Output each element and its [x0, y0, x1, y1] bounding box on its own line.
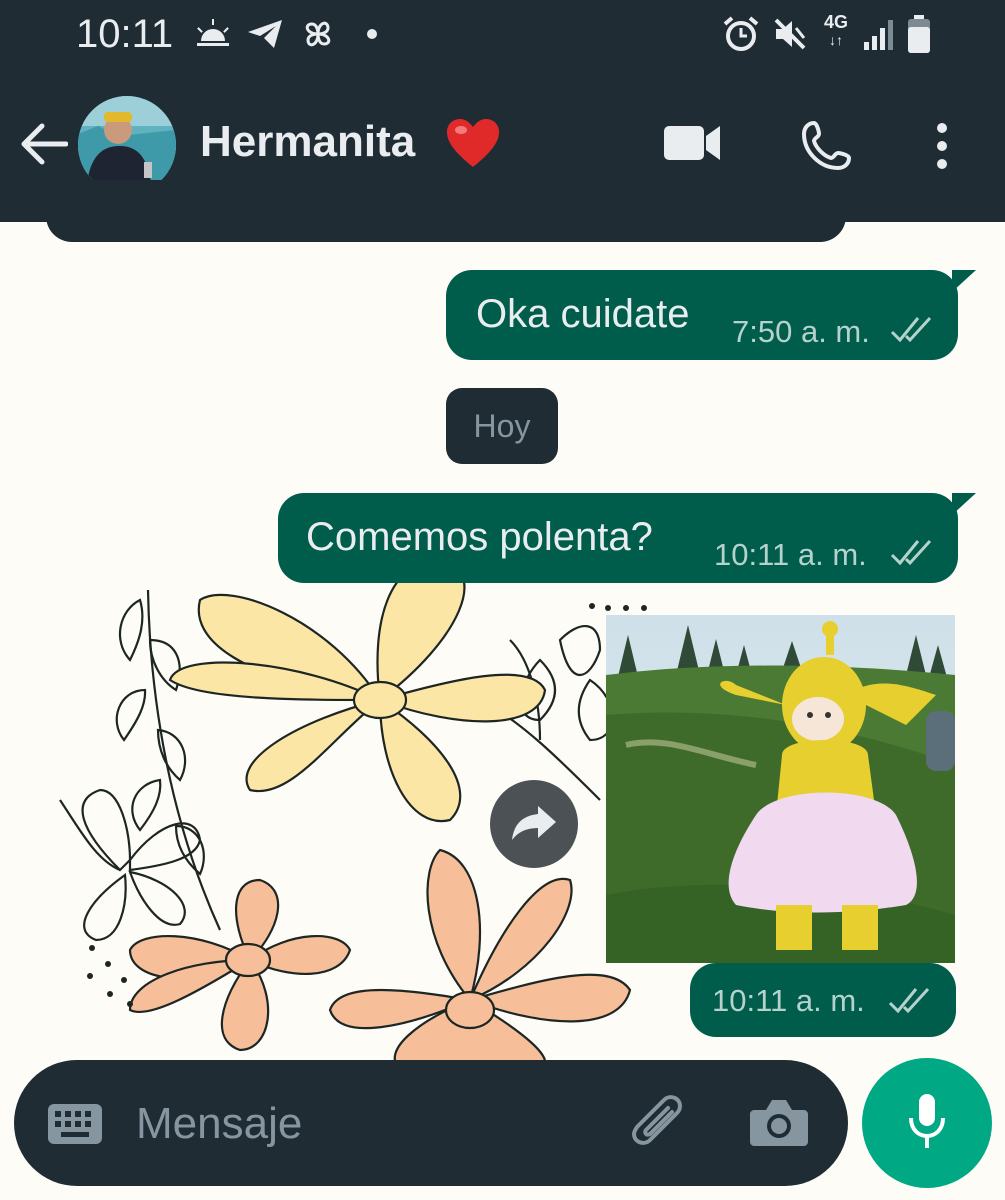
message-bubble-outgoing[interactable]: Oka cuidate 7:50 a. m. [446, 270, 976, 360]
status-time: 10:11 [76, 12, 174, 56]
gif-time-bubble: 10:11 a. m. [690, 963, 956, 1037]
message-composer [14, 1060, 848, 1186]
double-check-icon [888, 987, 934, 1020]
gif-image[interactable] [606, 615, 955, 963]
notification-dot-icon [366, 14, 378, 54]
mute-icon [772, 14, 808, 54]
mic-button[interactable] [862, 1058, 992, 1188]
message-bubble-outgoing[interactable]: Comemos polenta? 10:11 a. m. [278, 493, 976, 583]
keyboard-icon[interactable] [48, 1104, 102, 1149]
back-arrow-icon[interactable] [20, 122, 69, 171]
previous-message-bubble [46, 180, 846, 242]
double-check-icon [890, 316, 936, 349]
message-text: Oka cuidate [476, 292, 690, 336]
message-time: 7:50 a. m. [732, 314, 870, 349]
message-time: 10:11 a. m. [714, 537, 867, 572]
more-options-icon[interactable] [934, 122, 950, 175]
pinwheel-icon [300, 14, 336, 54]
heart-emoji [445, 117, 501, 174]
message-input[interactable] [134, 1088, 608, 1160]
message-text: Comemos polenta? [306, 515, 653, 559]
contact-name[interactable]: Hermanita [200, 117, 415, 167]
mic-icon [907, 1092, 947, 1155]
message-time: 10:11 a. m. [712, 983, 865, 1018]
double-check-icon [890, 539, 936, 572]
camera-icon[interactable] [750, 1096, 808, 1153]
status-bar: 10:11 4G ↓↑ [0, 0, 1005, 72]
forward-button[interactable] [490, 780, 578, 868]
video-call-icon[interactable] [664, 120, 722, 171]
date-divider: Hoy [446, 388, 558, 464]
attach-icon[interactable] [624, 1092, 688, 1157]
battery-icon [906, 14, 932, 54]
network-type: 4G ↓↑ [824, 12, 849, 48]
sunrise-icon [195, 14, 231, 54]
telegram-icon [246, 14, 284, 54]
forward-icon [510, 802, 558, 847]
signal-icon [862, 14, 896, 54]
voice-call-icon[interactable] [801, 120, 852, 175]
alarm-icon [722, 14, 760, 54]
